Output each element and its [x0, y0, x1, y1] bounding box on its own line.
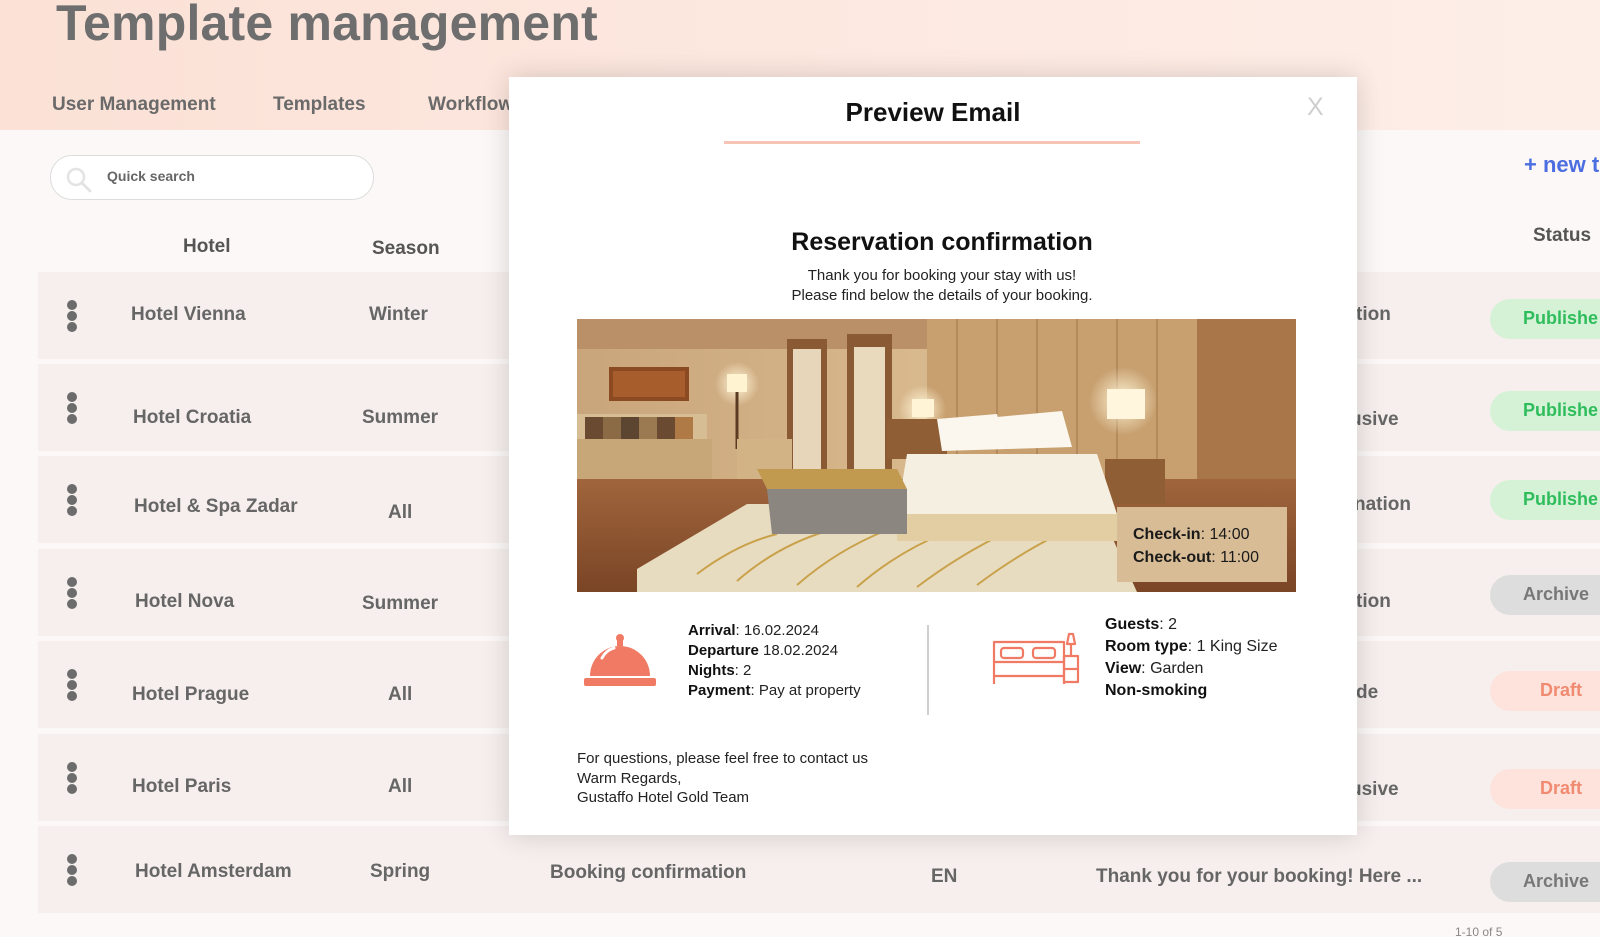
departure-label: Departure — [688, 642, 759, 659]
footer-line: Warm Regards, — [577, 769, 682, 787]
footer-line: For questions, please feel free to conta… — [577, 750, 868, 767]
preview-cell: Thank you for your booking! Here ... — [1096, 866, 1423, 887]
season-cell: Summer — [362, 593, 439, 614]
hotel-cell: Hotel Prague — [132, 684, 250, 705]
language-cell: EN — [931, 866, 958, 887]
email-heading: Reservation confirmation — [791, 228, 1093, 256]
checkout-value: : 11:00 — [1211, 549, 1259, 566]
page-title: Template management — [56, 0, 598, 51]
hotel-cell: Hotel Vienna — [131, 304, 246, 325]
new-template-button[interactable]: + new t — [1524, 152, 1599, 178]
intro-line: Thank you for booking your stay with us! — [807, 267, 1077, 284]
table-row[interactable]: Hotel Amsterdam Spring Booking confirmat… — [38, 826, 1600, 913]
more-options-icon[interactable] — [66, 669, 78, 701]
more-options-icon[interactable] — [66, 762, 78, 794]
type-cell: tion — [1356, 304, 1391, 325]
status-badge: Archive — [1490, 575, 1600, 615]
payment-line: Payment: Pay at property — [688, 681, 861, 701]
payment-value: : Pay at property — [750, 682, 861, 699]
type-cell: tion — [1356, 591, 1391, 612]
status-badge: Publishe — [1490, 480, 1600, 520]
search-box[interactable] — [50, 155, 374, 200]
email-footer: For questions, please feel free to conta… — [577, 749, 868, 808]
hotel-cell: Hotel Paris — [132, 776, 232, 797]
tab-user-management[interactable]: User Management — [52, 94, 216, 116]
room-details: Guests: 2 Room type: 1 King Size View: G… — [1105, 614, 1278, 702]
season-cell: Summer — [362, 407, 439, 428]
pagination-info: 1-10 of 5 — [1455, 925, 1503, 937]
status-badge: Draft — [1490, 769, 1600, 809]
departure-line: Departure 18.02.2024 — [688, 641, 861, 661]
guests-value: : 2 — [1159, 616, 1178, 633]
column-header-hotel[interactable]: Hotel — [183, 236, 231, 258]
season-cell: All — [388, 776, 413, 797]
nights-line: Nights: 2 — [688, 661, 861, 681]
type-cell: usive — [1350, 409, 1399, 430]
room-type-value: : 1 King Size — [1187, 638, 1278, 655]
season-cell: All — [388, 502, 413, 523]
season-cell: Spring — [370, 861, 431, 882]
arrival-line: Arrival: 16.02.2024 — [688, 621, 861, 641]
view-line: View: Garden — [1105, 658, 1278, 680]
guests-label: Guests — [1105, 616, 1160, 633]
details-divider — [927, 625, 929, 715]
type-cell: nation — [1354, 494, 1411, 515]
checkin-line: Check-in: 14:00 — [1133, 523, 1287, 546]
nonsmoking-line: Non-smoking — [1105, 680, 1278, 702]
booking-details: Arrival: 16.02.2024 Departure 18.02.2024… — [688, 621, 861, 701]
nights-value: : 2 — [734, 662, 752, 679]
status-badge: Publishe — [1490, 299, 1600, 339]
arrival-label: Arrival — [688, 622, 736, 639]
guests-line: Guests: 2 — [1105, 614, 1278, 636]
modal-title: Preview Email — [845, 97, 1021, 127]
status-badge: Archive — [1490, 862, 1600, 902]
checkin-value: : 14:00 — [1200, 526, 1250, 543]
arrival-value: : 16.02.2024 — [735, 622, 819, 639]
hotel-cell: Hotel Nova — [135, 591, 235, 612]
email-intro: Thank you for booking your stay with us!… — [509, 266, 1375, 306]
bed-icon — [991, 628, 1081, 697]
status-badge: Publishe — [1490, 391, 1600, 431]
template-cell: Booking confirmation — [550, 862, 747, 883]
checkout-line: Check-out: 11:00 — [1133, 546, 1287, 569]
season-cell: Winter — [369, 304, 428, 325]
nights-label: Nights — [688, 662, 735, 679]
checkout-label: Check-out — [1133, 549, 1212, 566]
check-times-box: Check-in: 14:00 Check-out: 11:00 — [1117, 507, 1287, 582]
tab-workflow[interactable]: Workflow — [428, 94, 513, 116]
nonsmoking-label: Non-smoking — [1105, 682, 1208, 699]
view-value: : Garden — [1141, 660, 1204, 677]
search-icon — [65, 166, 93, 199]
status-badge: Draft — [1490, 671, 1600, 711]
departure-value: 18.02.2024 — [758, 642, 839, 659]
more-options-icon[interactable] — [66, 300, 78, 332]
more-options-icon[interactable] — [66, 854, 78, 886]
hotel-cell: Hotel & Spa Zadar — [134, 496, 298, 517]
type-cell: usive — [1350, 779, 1399, 800]
type-cell: de — [1356, 682, 1379, 703]
tab-templates[interactable]: Templates — [273, 94, 366, 116]
hotel-cell: Hotel Amsterdam — [135, 861, 292, 882]
more-options-icon[interactable] — [66, 577, 78, 609]
more-options-icon[interactable] — [66, 392, 78, 424]
title-underline — [724, 141, 1140, 144]
payment-label: Payment — [688, 682, 751, 699]
footer-line: Gustaffo Hotel Gold Team — [577, 789, 750, 806]
search-input[interactable] — [107, 168, 347, 184]
intro-line: Please find below the details of your bo… — [791, 287, 1093, 304]
more-options-icon[interactable] — [66, 484, 78, 516]
season-cell: All — [388, 684, 413, 705]
close-icon[interactable]: X — [1307, 93, 1324, 122]
room-type-label: Room type — [1105, 638, 1188, 655]
reception-bell-icon — [582, 632, 658, 693]
hotel-cell: Hotel Croatia — [133, 407, 252, 428]
room-type-line: Room type: 1 King Size — [1105, 636, 1278, 658]
checkin-label: Check-in — [1133, 526, 1201, 543]
view-label: View — [1105, 660, 1142, 677]
column-header-season[interactable]: Season — [372, 238, 440, 260]
column-header-status[interactable]: Status — [1533, 225, 1591, 247]
